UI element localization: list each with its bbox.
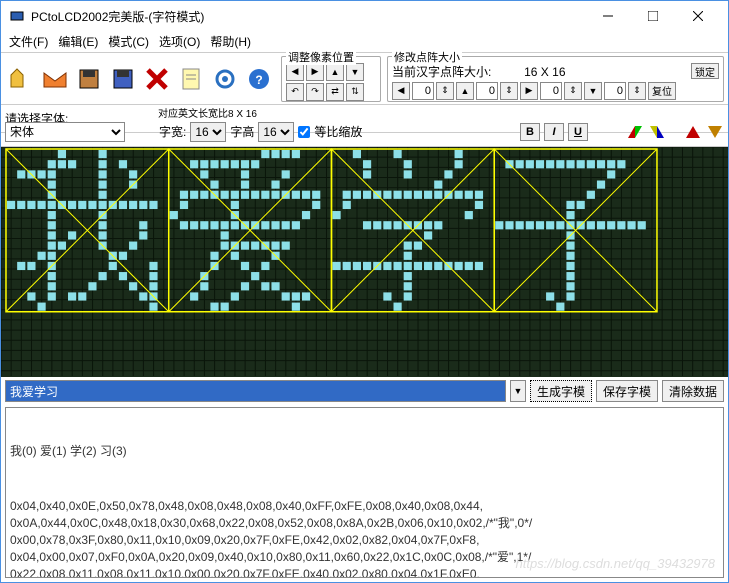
pos-down-input[interactable] <box>604 82 626 100</box>
flip4-icon[interactable] <box>706 124 724 140</box>
maximize-button[interactable] <box>630 1 675 31</box>
match-label: 对应英文长宽比8 X 16 <box>158 105 257 120</box>
generate-button[interactable]: 生成字模 <box>530 380 592 402</box>
output-area[interactable]: 我(0) 爱(1) 学(2) 习(3) 0x04,0x40,0x0E,0x50,… <box>5 407 724 578</box>
font-select[interactable]: 宋体 <box>5 122 125 142</box>
flip-v-icon[interactable]: ⇅ <box>346 83 364 101</box>
move-up-icon[interactable]: ▲ <box>326 63 344 81</box>
lock-button[interactable]: 锁定 <box>691 63 719 79</box>
save-font-button[interactable]: 保存字模 <box>596 380 658 402</box>
dot-size-group: 修改点阵大小 当前汉字点阵大小: 16 X 16 锁定 ◀ ⇕ ▲ ⇕ ▶ ⇕ … <box>387 56 724 102</box>
menu-file[interactable]: 文件(F) <box>9 33 48 50</box>
arrow-left-icon[interactable]: ◀ <box>392 82 410 100</box>
flip3-icon[interactable] <box>684 124 702 140</box>
pos-left-input[interactable] <box>412 82 434 100</box>
width-select[interactable]: 16 <box>190 122 226 142</box>
menu-options[interactable]: 选项(O) <box>159 33 200 50</box>
underline-button[interactable]: U <box>568 123 588 141</box>
titlebar: PCtoLCD2002完美版-(字符模式) <box>1 1 728 31</box>
input-row: ▼ 生成字模 保存字模 清除数据 <box>1 377 728 405</box>
size-value: 16 X 16 <box>524 65 565 79</box>
pos-right-input[interactable] <box>540 82 562 100</box>
help-button[interactable]: ? <box>243 59 275 99</box>
pos-up-input[interactable] <box>476 82 498 100</box>
flip-h-icon[interactable]: ⇄ <box>326 83 344 101</box>
scale-checkbox[interactable] <box>298 126 310 138</box>
toolbar: ? 调整像素位置 ◀ ▶ ▲ ▼ ↶ ↷ ⇄ ⇅ 修改点阵大小 当前汉字点阵大小… <box>1 53 728 105</box>
delete-button[interactable] <box>141 59 173 99</box>
menu-mode[interactable]: 模式(C) <box>108 33 149 50</box>
pixel-canvas[interactable] <box>1 147 728 377</box>
watermark: https://blog.csdn.net/qq_39432978 <box>516 555 716 573</box>
flip1-icon[interactable] <box>626 124 644 140</box>
text-input[interactable] <box>5 380 506 402</box>
spin4-icon[interactable]: ⇕ <box>628 82 646 100</box>
spin-icon[interactable]: ⇕ <box>436 82 454 100</box>
pixel-pos-group: 调整像素位置 ◀ ▶ ▲ ▼ ↶ ↷ ⇄ ⇅ <box>281 56 381 102</box>
height-select[interactable]: 16 <box>258 122 294 142</box>
minimize-button[interactable] <box>585 1 630 31</box>
flip2-icon[interactable] <box>648 124 666 140</box>
reset-button[interactable]: 复位 <box>648 82 676 100</box>
move-left-icon[interactable]: ◀ <box>286 63 304 81</box>
move-down-icon[interactable]: ▼ <box>346 63 364 81</box>
floppy2-button[interactable] <box>107 59 139 99</box>
arrow-down-icon[interactable]: ▼ <box>584 82 602 100</box>
app-icon <box>9 8 25 24</box>
move-right-icon[interactable]: ▶ <box>306 63 324 81</box>
window-title: PCtoLCD2002完美版-(字符模式) <box>31 8 585 25</box>
spin2-icon[interactable]: ⇕ <box>500 82 518 100</box>
close-button[interactable] <box>675 1 720 31</box>
rotate-left-icon[interactable]: ↶ <box>286 83 304 101</box>
menubar: 文件(F) 编辑(E) 模式(C) 选项(O) 帮助(H) <box>1 31 728 53</box>
menu-edit[interactable]: 编辑(E) <box>58 33 98 50</box>
arrow-up-icon[interactable]: ▲ <box>456 82 474 100</box>
arrow-right-icon[interactable]: ▶ <box>520 82 538 100</box>
mail-button[interactable] <box>39 59 71 99</box>
menu-help[interactable]: 帮助(H) <box>210 33 251 50</box>
open-button[interactable] <box>5 59 37 99</box>
spin3-icon[interactable]: ⇕ <box>564 82 582 100</box>
output-header: 我(0) 爱(1) 学(2) 习(3) <box>10 443 719 460</box>
clear-button[interactable]: 清除数据 <box>662 380 724 402</box>
rotate-right-icon[interactable]: ↷ <box>306 83 324 101</box>
note-button[interactable] <box>175 59 207 99</box>
floppy-button[interactable] <box>73 59 105 99</box>
font-row2: 宋体 字宽: 16 字高 16 等比缩放 B I U <box>1 105 728 147</box>
gear-button[interactable] <box>209 59 241 99</box>
dropdown-icon[interactable]: ▼ <box>510 380 526 402</box>
italic-button[interactable]: I <box>544 123 564 141</box>
svg-text:?: ? <box>255 73 262 87</box>
bold-button[interactable]: B <box>520 123 540 141</box>
